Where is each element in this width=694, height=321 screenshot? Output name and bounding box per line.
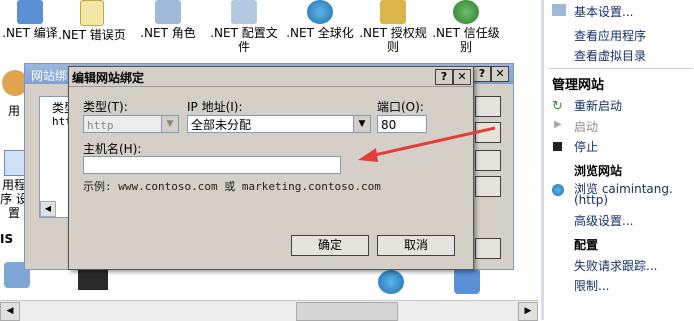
actions-pane: 基本设置... 查看应用程序 查看虚拟目录 管理网站 ↻ 重新启动 ▶ 启动 停…	[541, 0, 694, 320]
settings-icon	[552, 4, 566, 16]
separator	[548, 68, 693, 69]
feature-net-authorization[interactable]: .NET 授权规则	[355, 0, 431, 54]
feature-net-roles[interactable]: .NET 角色	[130, 0, 206, 40]
action-browse-site-protocol[interactable]: (http)	[574, 193, 608, 207]
type-select[interactable]: http ▼	[83, 115, 179, 133]
edit-binding-titlebar: 编辑网站绑定 ? ✕	[69, 67, 473, 87]
bg-add-button[interactable]	[475, 96, 501, 117]
net-error-page-icon	[80, 0, 104, 26]
annotation-arrow	[358, 126, 496, 162]
help-icon[interactable]: ?	[473, 66, 491, 82]
horizontal-scrollbar[interactable]: ◀ ▶	[0, 300, 538, 321]
net-profile-icon	[231, 0, 257, 24]
action-stop[interactable]: 停止	[574, 138, 598, 155]
host-name-label: 主机名(H):	[83, 142, 142, 156]
manage-site-heading: 管理网站	[552, 78, 605, 93]
feature-bottom-icon-2	[454, 268, 480, 294]
net-compile-icon	[17, 0, 43, 24]
close-icon[interactable]: ✕	[491, 66, 509, 82]
chevron-down-icon[interactable]: ▼	[161, 116, 178, 132]
browse-icon	[552, 184, 564, 196]
browse-site-heading: 浏览网站	[574, 164, 623, 178]
action-restart[interactable]: 重新启动	[574, 97, 622, 114]
start-icon: ▶	[554, 119, 562, 130]
edit-binding-title: 编辑网站绑定	[72, 71, 145, 85]
ok-button[interactable]: 确定	[291, 235, 369, 256]
bg-close-button[interactable]	[475, 238, 501, 259]
action-failed-request-tracing[interactable]: 失败请求跟踪...	[574, 257, 657, 274]
bg-browse-button[interactable]	[475, 176, 501, 197]
globe-icon	[378, 270, 404, 294]
scroll-left-button[interactable]: ◀	[0, 302, 20, 321]
action-basic-settings[interactable]: 基本设置...	[574, 3, 633, 20]
configure-heading: 配置	[574, 238, 599, 252]
action-view-applications[interactable]: 查看应用程序	[574, 27, 646, 44]
feature-net-error-page[interactable]: .NET 错误页	[54, 0, 130, 42]
restart-icon: ↻	[552, 99, 563, 114]
host-name-input[interactable]	[83, 156, 341, 174]
section-iis-label: IS	[0, 232, 14, 246]
ip-address-select[interactable]: 全部未分配 ▼	[187, 115, 371, 133]
action-limits[interactable]: 限制...	[574, 277, 609, 294]
cgi-icon	[78, 270, 108, 290]
action-start: 启动	[574, 120, 599, 134]
type-label: 类型(T):	[83, 100, 128, 114]
ip-address-label: IP 地址(I):	[187, 100, 243, 114]
feature-users-label: 用	[8, 104, 21, 118]
cancel-button[interactable]: 取消	[377, 235, 455, 256]
net-authorization-icon	[380, 0, 406, 24]
ip-address-select-value: 全部未分配	[191, 118, 252, 132]
feature-net-globalization[interactable]: .NET 全球化	[282, 0, 358, 40]
example-text: 示例: www.contoso.com 或 marketing.contoso.…	[83, 180, 381, 193]
feature-net-profile[interactable]: .NET 配置文件	[206, 0, 282, 54]
action-advanced-settings[interactable]: 高级设置...	[574, 212, 633, 229]
list-scroll-left[interactable]: ◀	[40, 201, 56, 217]
port-label: 端口(O):	[377, 100, 424, 114]
stop-icon	[553, 142, 562, 151]
net-globalization-icon	[307, 0, 333, 24]
scroll-right-button[interactable]: ▶	[518, 302, 538, 321]
net-trust-icon	[453, 0, 479, 24]
action-view-virtual-directories[interactable]: 查看虚拟目录	[574, 47, 646, 64]
feature-net-trust[interactable]: .NET 信任级别	[428, 0, 504, 54]
close-button[interactable]: ✕	[453, 69, 471, 85]
scroll-thumb[interactable]	[296, 302, 398, 321]
help-button[interactable]: ?	[435, 69, 453, 85]
app-settings-icon	[4, 150, 26, 176]
net-roles-icon	[155, 0, 181, 24]
type-select-value: http	[87, 119, 114, 132]
